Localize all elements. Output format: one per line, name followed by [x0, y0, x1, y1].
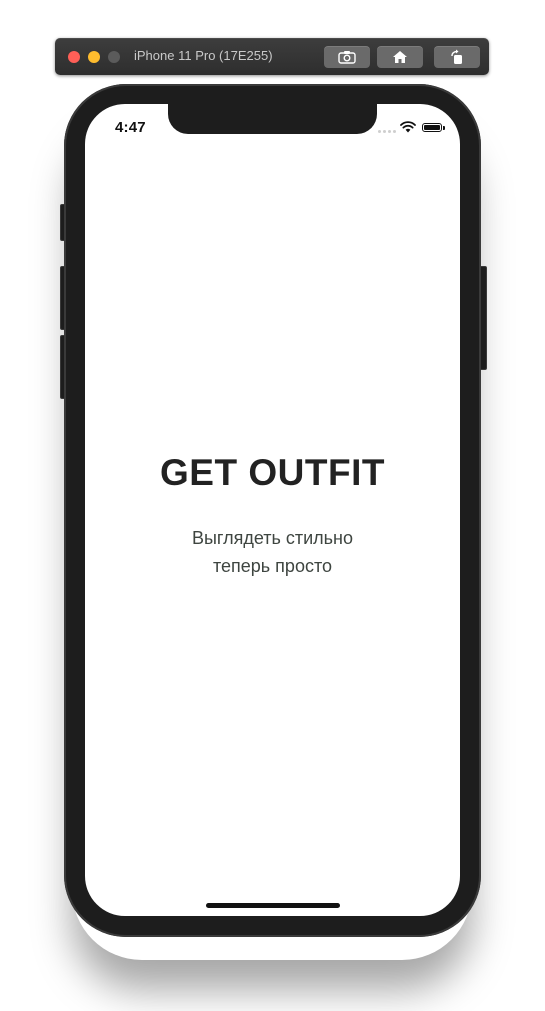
- app-title: GET OUTFIT: [160, 452, 385, 493]
- home-button[interactable]: [377, 46, 423, 68]
- cellular-signal-icon: [378, 130, 396, 133]
- close-window-button[interactable]: [68, 51, 80, 63]
- status-time: 4:47: [115, 119, 146, 136]
- notch: [168, 104, 377, 134]
- home-icon: [393, 51, 407, 63]
- screenshot-button[interactable]: [324, 46, 370, 68]
- rotate-icon: [451, 49, 462, 64]
- home-indicator[interactable]: [206, 903, 340, 908]
- minimize-window-button[interactable]: [88, 51, 100, 63]
- tagline-line-2: теперь просто: [212, 556, 333, 576]
- simulator-title: iPhone 11 Pro (17E255): [134, 48, 273, 63]
- wifi-icon: [400, 121, 416, 133]
- zoom-window-button[interactable]: [108, 51, 120, 63]
- screenshot-icon: [338, 51, 356, 64]
- simulator-title-bar: iPhone 11 Pro (17E255): [55, 38, 489, 75]
- battery-cap: [443, 126, 445, 130]
- tagline: Выглядеть стильно теперь просто: [85, 524, 460, 580]
- battery-icon: [422, 123, 442, 132]
- rotate-button[interactable]: [434, 46, 480, 68]
- tagline-line-1: Выглядеть стильно: [191, 528, 354, 548]
- device-screen[interactable]: 4:47 GET OUTFIT Выглядеть стильно теперь…: [85, 104, 460, 916]
